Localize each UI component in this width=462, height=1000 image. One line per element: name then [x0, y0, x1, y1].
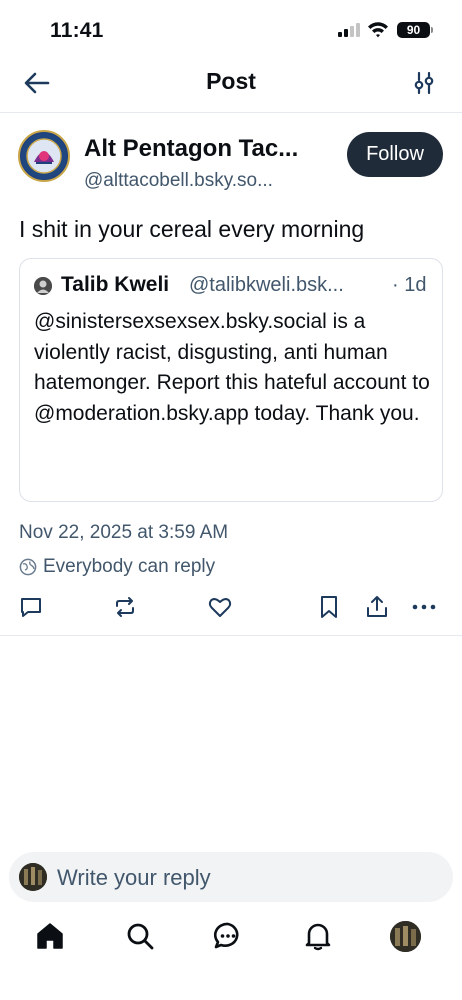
quote-author-name: Talib Kweli	[61, 273, 170, 296]
home-icon[interactable]	[34, 920, 66, 952]
bell-icon[interactable]	[302, 920, 334, 952]
wifi-icon	[368, 22, 388, 38]
reply-setting-label: Everybody can reply	[43, 556, 216, 577]
bookmark-icon[interactable]	[316, 594, 342, 620]
quote-author-handle: @talibkweli.bsk...	[189, 274, 344, 296]
quote-text: @sinistersexsexsex.bsky.social is a viol…	[34, 310, 430, 425]
share-icon[interactable]	[364, 594, 390, 620]
author-name[interactable]: Alt Pentagon Tac...	[84, 135, 324, 163]
quoted-post-card[interactable]: Talib Kweli @talibkweli.bsk... · 1d @sin…	[19, 258, 443, 502]
battery-nub	[431, 27, 433, 33]
repost-icon[interactable]	[112, 594, 138, 620]
reply-icon[interactable]	[18, 594, 44, 620]
quote-author-avatar	[34, 277, 52, 295]
sliders-icon[interactable]	[410, 69, 438, 97]
globe-icon	[19, 558, 37, 576]
reply-composer[interactable]: Write your reply	[9, 852, 453, 902]
battery-indicator: 90	[397, 22, 430, 38]
post-actions	[0, 590, 462, 636]
follow-button[interactable]: Follow	[347, 132, 443, 177]
status-bar: 11:41 90	[0, 0, 462, 58]
bottom-tab-bar	[0, 910, 462, 1000]
profile-avatar[interactable]	[390, 921, 421, 952]
seal-logo-icon	[21, 133, 67, 179]
post-text: I shit in your cereal every morning	[19, 216, 365, 242]
avatar-image-icon	[390, 921, 421, 952]
composer-avatar	[19, 863, 47, 891]
like-icon[interactable]	[207, 594, 233, 620]
quote-timestamp: · 1d	[392, 274, 427, 296]
status-time: 11:41	[50, 19, 104, 42]
more-icon[interactable]	[411, 594, 437, 620]
chat-icon[interactable]	[212, 920, 244, 952]
reply-placeholder: Write your reply	[57, 865, 211, 890]
page-title: Post	[206, 68, 256, 94]
avatar-image-icon	[19, 863, 47, 891]
author-handle[interactable]: @alttacobell.bsky.so...	[84, 170, 329, 192]
post-date: Nov 22, 2025 at 3:59 AM	[19, 522, 229, 543]
avatar-image-icon	[34, 277, 52, 295]
cellular-signal-icon	[338, 23, 360, 37]
search-icon[interactable]	[124, 920, 156, 952]
post-header: Post	[0, 58, 462, 113]
author-avatar[interactable]	[18, 130, 70, 182]
